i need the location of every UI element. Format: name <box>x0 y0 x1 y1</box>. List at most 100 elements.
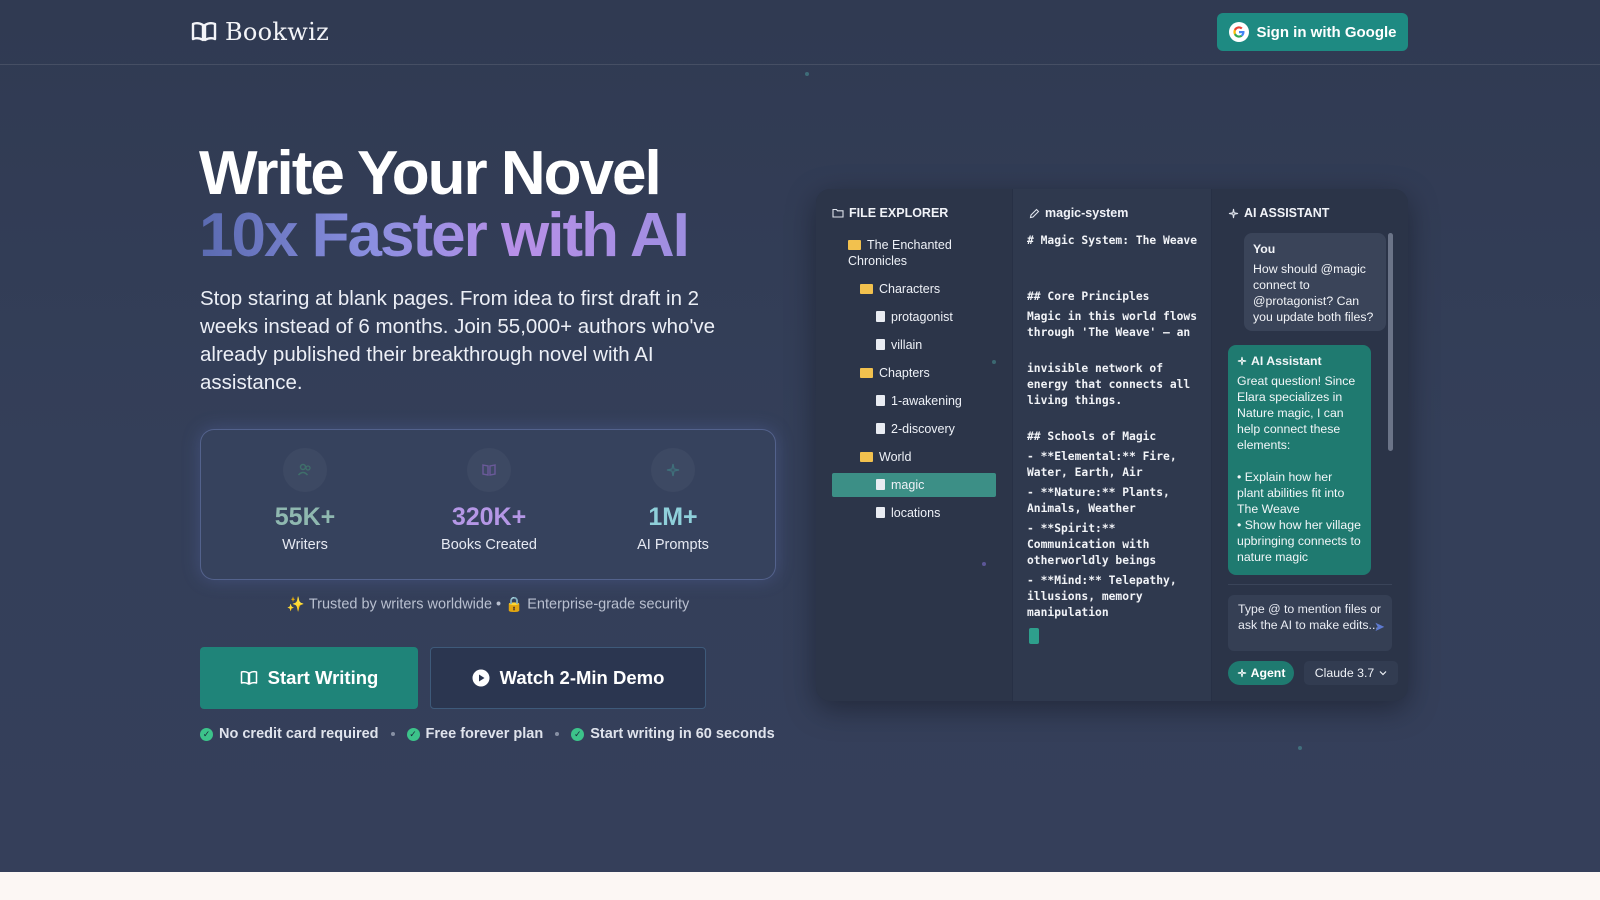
chat-text: How should @magic connect to @protagonis… <box>1253 262 1374 324</box>
book-icon <box>467 448 511 492</box>
file-icon <box>876 479 885 490</box>
editor-paragraph: invisible network of energy that connect… <box>1027 362 1198 407</box>
trust-separator: • <box>496 596 502 613</box>
editor-list-item: - **Mind:** Telepathy, illusions, memory… <box>1027 574 1184 619</box>
editor-filename: magic-system <box>1045 206 1129 220</box>
chat-text: • Explain how her plant abilities fit in… <box>1237 470 1345 516</box>
agent-label: Agent <box>1250 666 1286 680</box>
chat-sender: You <box>1253 242 1276 256</box>
open-book-icon <box>191 22 217 42</box>
stat-label: AI Prompts <box>637 537 709 553</box>
decor-dot <box>982 562 986 566</box>
stat-label: Writers <box>282 537 328 553</box>
sparkles-icon <box>1228 208 1239 218</box>
stat-value: 55K+ <box>274 503 336 531</box>
tree-file-protagonist[interactable]: protagonist <box>876 309 953 325</box>
tree-label: Chapters <box>879 366 930 380</box>
check-icon: ✓ <box>406 727 420 741</box>
start-writing-label: Start Writing <box>267 667 379 688</box>
decor-dot <box>1298 746 1302 750</box>
folder-outline-icon <box>832 208 844 218</box>
tree-label: 1-awakening <box>891 394 962 408</box>
chat-input[interactable]: Type @ to mention files or ask the AI to… <box>1228 595 1392 651</box>
editor-subheading: ## Schools of Magic <box>1027 430 1157 443</box>
tree-label: World <box>879 450 912 464</box>
agent-mode-button[interactable]: Agent <box>1228 661 1294 685</box>
stat-prompts: 1M+ AI Prompts <box>583 430 763 581</box>
editor-cursor <box>1029 628 1039 644</box>
google-icon <box>1228 22 1249 42</box>
watch-demo-button[interactable]: Watch 2-Min Demo <box>430 647 706 709</box>
chat-text: • Show how her village upbringing connec… <box>1237 518 1361 564</box>
chevron-down-icon <box>1379 671 1387 676</box>
editor-header: magic-system <box>1029 206 1128 220</box>
tree-label: 2-discovery <box>891 422 955 436</box>
hero-title-line1: Write Your Novel <box>199 139 662 208</box>
stat-label: Books Created <box>441 537 537 553</box>
chat-sender-name: AI Assistant <box>1251 354 1322 368</box>
lock-icon: 🔒 <box>505 597 524 613</box>
check-icon: ✓ <box>200 727 213 741</box>
tree-label: magic <box>891 478 925 492</box>
brand-logo[interactable]: Bookwiz <box>191 18 329 46</box>
stats-card: 55K+ Writers 320K+ Books Created 1M+ AI … <box>200 429 776 580</box>
sparkle-icon: ✨ <box>286 597 305 613</box>
book-open-icon <box>240 670 257 685</box>
tree-folder-world[interactable]: World <box>860 449 911 465</box>
editor-pane[interactable]: magic-system # Magic System: The Weave #… <box>1012 189 1212 701</box>
folder-icon <box>860 452 873 462</box>
file-icon <box>876 311 885 322</box>
tree-label: locations <box>891 506 941 520</box>
top-header: Bookwiz Sign in with Google <box>0 0 1600 65</box>
editor-paragraph: Magic in this world flows through 'The W… <box>1027 310 1204 339</box>
tree-label: villain <box>891 338 923 352</box>
ai-assistant-pane: AI ASSISTANT You How should @magic conne… <box>1212 189 1408 701</box>
brand-name: Bookwiz <box>225 18 330 46</box>
tree-file-magic[interactable]: magic <box>876 477 924 493</box>
stat-writers: 55K+ Writers <box>215 430 395 581</box>
trust-item-1: Trusted by writers worldwide <box>308 596 493 613</box>
tree-folder-chapters[interactable]: Chapters <box>860 365 930 381</box>
editor-subheading: ## Core Principles <box>1027 290 1150 303</box>
users-icon <box>283 448 327 492</box>
decor-dot <box>992 360 996 364</box>
divider <box>1228 584 1392 585</box>
watch-demo-label: Watch 2-Min Demo <box>499 667 665 688</box>
chat-scrollbar[interactable] <box>1388 233 1393 451</box>
check-icon: ✓ <box>571 727 585 741</box>
app-preview: FILE EXPLORER The Enchanted Chronicles C… <box>816 189 1408 701</box>
sign-in-label: Sign in with Google <box>1256 23 1397 41</box>
trust-item-2: Enterprise-grade security <box>527 596 690 613</box>
chat-message-user: You How should @magic connect to @protag… <box>1244 233 1386 331</box>
model-label: Claude 3.7 <box>1314 666 1375 680</box>
model-select[interactable]: Claude 3.7 <box>1304 661 1398 685</box>
play-circle-icon <box>472 669 490 687</box>
tree-file-2-discovery[interactable]: 2-discovery <box>876 421 955 437</box>
tree-file-locations[interactable]: locations <box>876 505 940 521</box>
tree-label: Characters <box>879 282 941 296</box>
tree-folder-root[interactable]: The Enchanted Chronicles <box>848 237 998 269</box>
perk-item: ✓ No credit card required <box>200 726 379 742</box>
trust-line: ✨ Trusted by writers worldwide • 🔒 Enter… <box>200 596 776 614</box>
stat-books: 320K+ Books Created <box>399 430 579 581</box>
sparkles-icon <box>1237 668 1246 678</box>
folder-icon <box>860 368 873 378</box>
perk-label: Free forever plan <box>425 726 544 742</box>
chat-message-assistant: AI Assistant Great question! Since Elara… <box>1228 345 1371 575</box>
file-icon <box>876 507 885 518</box>
file-icon <box>876 423 885 434</box>
tree-file-villain[interactable]: villain <box>876 337 922 353</box>
stat-value: 1M+ <box>648 503 698 531</box>
tree-file-1-awakening[interactable]: 1-awakening <box>876 393 962 409</box>
file-icon <box>876 395 885 406</box>
hero-subtitle: Stop staring at blank pages. From idea t… <box>200 287 716 394</box>
perks-list: ✓ No credit card required ✓ Free forever p… <box>200 726 775 742</box>
start-writing-button[interactable]: Start Writing <box>200 647 418 709</box>
separator-dot <box>390 732 395 736</box>
file-icon <box>876 339 885 350</box>
send-icon[interactable]: ➤ <box>1374 619 1385 635</box>
separator-dot <box>555 732 560 736</box>
tree-folder-characters[interactable]: Characters <box>860 281 940 297</box>
chat-sender: AI Assistant <box>1237 353 1362 369</box>
sign-in-google-button[interactable]: Sign in with Google <box>1217 13 1408 51</box>
